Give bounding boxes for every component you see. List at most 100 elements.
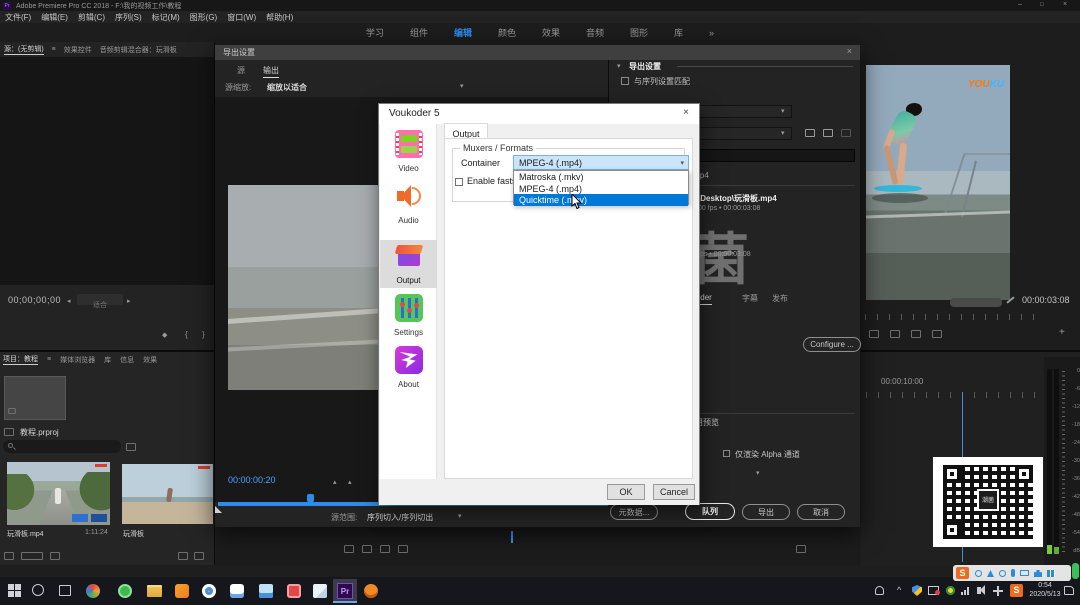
dropdown-option-mpeg4[interactable]: MPEG-4 (.mp4) <box>514 183 688 195</box>
mark-in-icon[interactable]: { <box>185 330 188 339</box>
timeline-tool-icon[interactable] <box>362 545 372 553</box>
minimize-button[interactable]: – <box>1018 1 1022 8</box>
tab-libraries[interactable]: 库 <box>104 355 111 365</box>
tab-publish[interactable]: 发布 <box>772 293 788 304</box>
panel-menu-icon[interactable]: ≡ <box>47 356 51 363</box>
cortana-search-icon[interactable] <box>32 584 44 596</box>
panel-menu-icon[interactable]: ≡ <box>52 46 56 53</box>
monitor-ruler[interactable] <box>865 314 1045 320</box>
source-range-chevron-icon[interactable]: ▾ <box>458 512 462 520</box>
ime-mode-icon[interactable] <box>975 570 982 577</box>
close-window-button[interactable]: × <box>1063 1 1067 8</box>
workspace-tab-effects[interactable]: 效果 <box>542 26 560 39</box>
move-cross-icon[interactable] <box>993 586 1003 596</box>
ok-button[interactable]: OK <box>607 484 645 500</box>
scale-chevron-icon[interactable]: ▾ <box>460 82 464 90</box>
fit-dropdown[interactable]: 适合 <box>77 294 123 305</box>
import-into-project-chevron-icon[interactable]: ▾ <box>756 469 760 477</box>
menu-window[interactable]: 窗口(W) <box>227 12 256 23</box>
timeline-timecode[interactable]: 00:00:10:00 <box>881 377 923 386</box>
zoom-slider[interactable] <box>21 552 43 560</box>
sidebar-item-about[interactable]: About <box>380 344 437 392</box>
workspace-tab-assembly[interactable]: 组件 <box>410 26 428 39</box>
app-red-icon[interactable] <box>287 584 301 598</box>
extract-icon[interactable] <box>890 330 900 338</box>
status-dot-icon[interactable] <box>946 586 955 595</box>
export-button[interactable]: 导出 <box>742 504 790 520</box>
app-notes-icon[interactable] <box>313 584 327 598</box>
mark-out-tri-icon[interactable]: ▴ <box>348 478 352 486</box>
preset-chevron-icon[interactable]: ▾ <box>781 129 785 137</box>
tab-project[interactable]: 项目：教程 <box>3 354 38 365</box>
tray-expand-icon[interactable]: ^ <box>897 585 901 595</box>
notification-center-icon[interactable] <box>1064 586 1074 595</box>
comparison-view-icon[interactable] <box>932 330 942 338</box>
maximize-button[interactable]: □ <box>1040 2 1044 8</box>
menu-markers[interactable]: 标记(M) <box>152 12 180 23</box>
timeline-settings-icon[interactable] <box>796 545 806 553</box>
queue-button[interactable]: 队列 <box>685 503 735 520</box>
import-preset-icon[interactable] <box>823 129 833 137</box>
people-icon[interactable] <box>875 586 884 595</box>
export-dialog-title-bar[interactable]: 导出设置 × <box>215 45 860 60</box>
mark-out-icon[interactable]: } <box>202 330 205 339</box>
timeline-tool-icon[interactable] <box>398 545 408 553</box>
container-combobox[interactable]: MPEG-4 (.mp4) ▾ <box>513 155 689 170</box>
timeline-ruler[interactable] <box>866 392 1036 398</box>
metadata-button[interactable]: 元数据... <box>610 504 658 520</box>
source-timecode[interactable]: 00;00;00;00 <box>8 295 61 305</box>
app-pinwheel-icon[interactable] <box>86 584 100 598</box>
match-sequence-checkbox[interactable] <box>621 77 629 85</box>
export-seek-playhead[interactable] <box>307 494 314 503</box>
clip-2-name[interactable]: 玩滑板 <box>123 529 144 539</box>
export-tab-output[interactable]: 输出 <box>263 65 279 78</box>
timeline-tool-icon[interactable] <box>344 545 354 553</box>
sidebar-item-settings[interactable]: Settings <box>380 292 437 340</box>
mark-in-tri-icon[interactable]: ▴ <box>333 478 337 486</box>
workspace-tab-audio[interactable]: 音频 <box>586 26 604 39</box>
list-view-icon[interactable] <box>126 443 136 451</box>
security-shield-icon[interactable] <box>912 585 922 596</box>
app-video-icon[interactable] <box>259 584 273 598</box>
save-preset-icon[interactable] <box>805 129 815 137</box>
tab-captions[interactable]: 字幕 <box>742 293 758 304</box>
chrome-icon[interactable] <box>202 584 216 598</box>
tab-media-browser[interactable]: 媒体浏览器 <box>60 355 95 365</box>
dropdown-option-quicktime[interactable]: Quicktime (.mov) <box>514 194 688 206</box>
project-file-name[interactable]: 教程.prproj <box>20 427 59 438</box>
ime-mic-icon[interactable] <box>1011 569 1015 577</box>
tab-audio-clip-mixer[interactable]: 音频剪辑混合器：玩滑板 <box>100 45 177 55</box>
menu-sequence[interactable]: 序列(S) <box>115 12 142 23</box>
workspace-tab-learning[interactable]: 学习 <box>366 26 384 39</box>
workspace-tab-graphics[interactable]: 图形 <box>630 26 648 39</box>
workspace-overflow-icon[interactable]: » <box>709 28 714 38</box>
app-orange-face-icon[interactable] <box>364 584 378 598</box>
step-fwd-icon[interactable]: ▸ <box>127 297 131 305</box>
tab-effects[interactable]: 效果 <box>143 355 157 365</box>
export-dialog-close-icon[interactable]: × <box>847 46 852 56</box>
app-green-icon[interactable] <box>118 584 132 598</box>
faststart-checkbox[interactable] <box>455 178 463 186</box>
ime-keyboard-icon[interactable] <box>1020 570 1029 576</box>
scale-value[interactable]: 缩放以适合 <box>267 82 307 93</box>
clock[interactable]: 0:54 2020/5/13 <box>1028 581 1062 599</box>
ime-skin-icon[interactable] <box>1034 570 1042 577</box>
cancel-button[interactable]: 取消 <box>797 504 845 520</box>
container-chevron-icon[interactable]: ▾ <box>680 159 684 167</box>
menu-clip[interactable]: 剪辑(C) <box>78 12 105 23</box>
trash-icon[interactable] <box>194 552 204 560</box>
source-range-value[interactable]: 序列切入/序列切出 <box>367 512 433 523</box>
settings-collapse-icon[interactable]: ▾ <box>617 62 621 70</box>
ime-toolbox-icon[interactable] <box>1047 570 1055 577</box>
menu-edit[interactable]: 编辑(E) <box>41 12 68 23</box>
export-frame-icon[interactable] <box>911 330 921 338</box>
alpha-only-checkbox[interactable] <box>723 450 730 457</box>
new-bin-icon[interactable] <box>178 552 188 560</box>
ime-emoji-icon[interactable] <box>999 570 1006 577</box>
tab-info[interactable]: 信息 <box>120 355 134 365</box>
export-tab-source[interactable]: 源 <box>237 65 245 76</box>
voukoder-title-bar[interactable]: Voukoder 5 × <box>379 104 699 124</box>
app-uc-browser-icon[interactable] <box>175 584 189 598</box>
tab-effect-controls[interactable]: 效果控件 <box>64 45 92 55</box>
delete-preset-icon[interactable] <box>841 129 851 137</box>
